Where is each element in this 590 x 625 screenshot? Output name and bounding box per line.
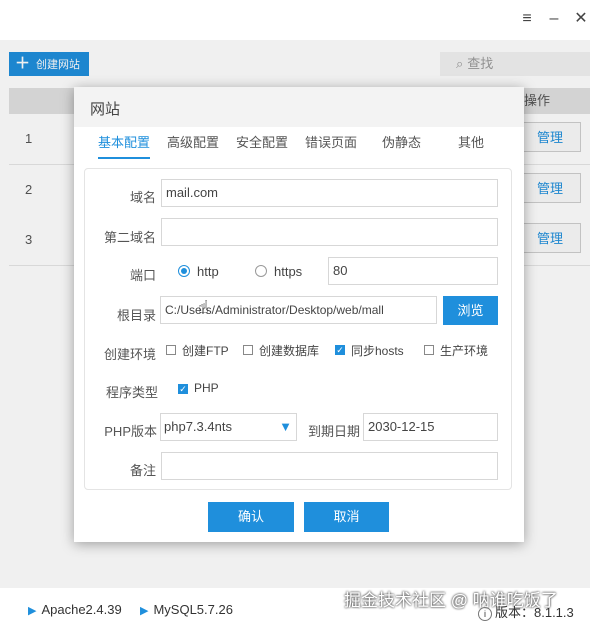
- info-icon: i: [478, 607, 492, 621]
- php-label: PHP: [194, 381, 219, 395]
- menu-icon[interactable]: ≡: [516, 8, 538, 30]
- play-icon: ▶: [140, 605, 149, 617]
- program-type-label: 程序类型: [105, 385, 158, 400]
- ftp-label: 创建FTP: [182, 344, 229, 358]
- title-bar: ≡ – ✕: [0, 0, 590, 40]
- port-input[interactable]: 80: [328, 257, 498, 285]
- second-domain-label: 第二域名: [103, 230, 156, 245]
- expire-label: 到期日期: [307, 424, 360, 439]
- version-info: i 版本：8.1.1.3: [478, 602, 574, 621]
- domain-label: 域名: [129, 190, 156, 205]
- browse-button[interactable]: 浏览: [443, 296, 498, 325]
- dropdown-arrow-icon: ▼: [279, 419, 292, 434]
- env-label: 创建环境: [103, 347, 156, 362]
- close-icon[interactable]: ✕: [570, 8, 590, 30]
- apache-status[interactable]: ▶ Apache2.4.39: [28, 602, 122, 617]
- confirm-button[interactable]: 确认: [208, 502, 294, 532]
- http-label: http: [197, 264, 219, 279]
- domain-input[interactable]: mail.com: [161, 179, 498, 207]
- https-label: https: [274, 264, 303, 279]
- https-radio[interactable]: [255, 265, 267, 277]
- tab-error-page[interactable]: 错误页面: [305, 133, 357, 157]
- play-icon: ▶: [28, 605, 37, 617]
- database-checkbox[interactable]: [243, 345, 253, 355]
- tab-rewrite[interactable]: 伪静态: [382, 133, 421, 157]
- tab-security[interactable]: 安全配置: [236, 133, 288, 157]
- php-version-value: php7.3.4nts: [164, 419, 232, 434]
- mysql-status[interactable]: ▶ MySQL5.7.26: [140, 602, 233, 617]
- mysql-label: MySQL5.7.26: [153, 602, 233, 617]
- hosts-label: 同步hosts: [351, 344, 404, 358]
- dialog-title-bar: 网站: [74, 87, 524, 127]
- port-label: 端口: [129, 268, 156, 283]
- basic-config-panel: [84, 168, 512, 490]
- php-checkbox[interactable]: ✓: [178, 384, 188, 394]
- production-checkbox[interactable]: [424, 345, 434, 355]
- minimize-icon[interactable]: –: [543, 8, 565, 30]
- hand-cursor-icon: ☝: [198, 297, 209, 317]
- apache-label: Apache2.4.39: [41, 602, 122, 617]
- http-radio[interactable]: [178, 265, 190, 277]
- hosts-checkbox[interactable]: ✓: [335, 345, 345, 355]
- tab-advanced[interactable]: 高级配置: [167, 133, 219, 157]
- production-label: 生产环境: [440, 344, 489, 358]
- ftp-checkbox[interactable]: [166, 345, 176, 355]
- root-label: 根目录: [116, 308, 156, 323]
- version-label: 版本：8.1.1.3: [495, 605, 574, 620]
- remark-label: 备注: [129, 463, 156, 478]
- tab-basic[interactable]: 基本配置: [98, 133, 151, 159]
- expire-date-input[interactable]: 2030-12-15: [363, 413, 498, 441]
- remark-input[interactable]: [161, 452, 498, 480]
- dialog-tabs: 基本配置 高级配置 安全配置 错误页面 伪静态 其他: [74, 133, 524, 159]
- php-version-label: PHP版本: [104, 424, 157, 439]
- database-label: 创建数据库: [259, 344, 320, 358]
- cancel-button[interactable]: 取消: [304, 502, 389, 532]
- site-dialog: 网站 基本配置 高级配置 安全配置 错误页面 伪静态 其他 域名 mail.co…: [74, 87, 524, 542]
- php-version-select[interactable]: php7.3.4nts ▼: [160, 413, 297, 441]
- dialog-title: 网站: [90, 101, 121, 118]
- tab-other[interactable]: 其他: [458, 133, 484, 157]
- second-domain-input[interactable]: [161, 218, 498, 246]
